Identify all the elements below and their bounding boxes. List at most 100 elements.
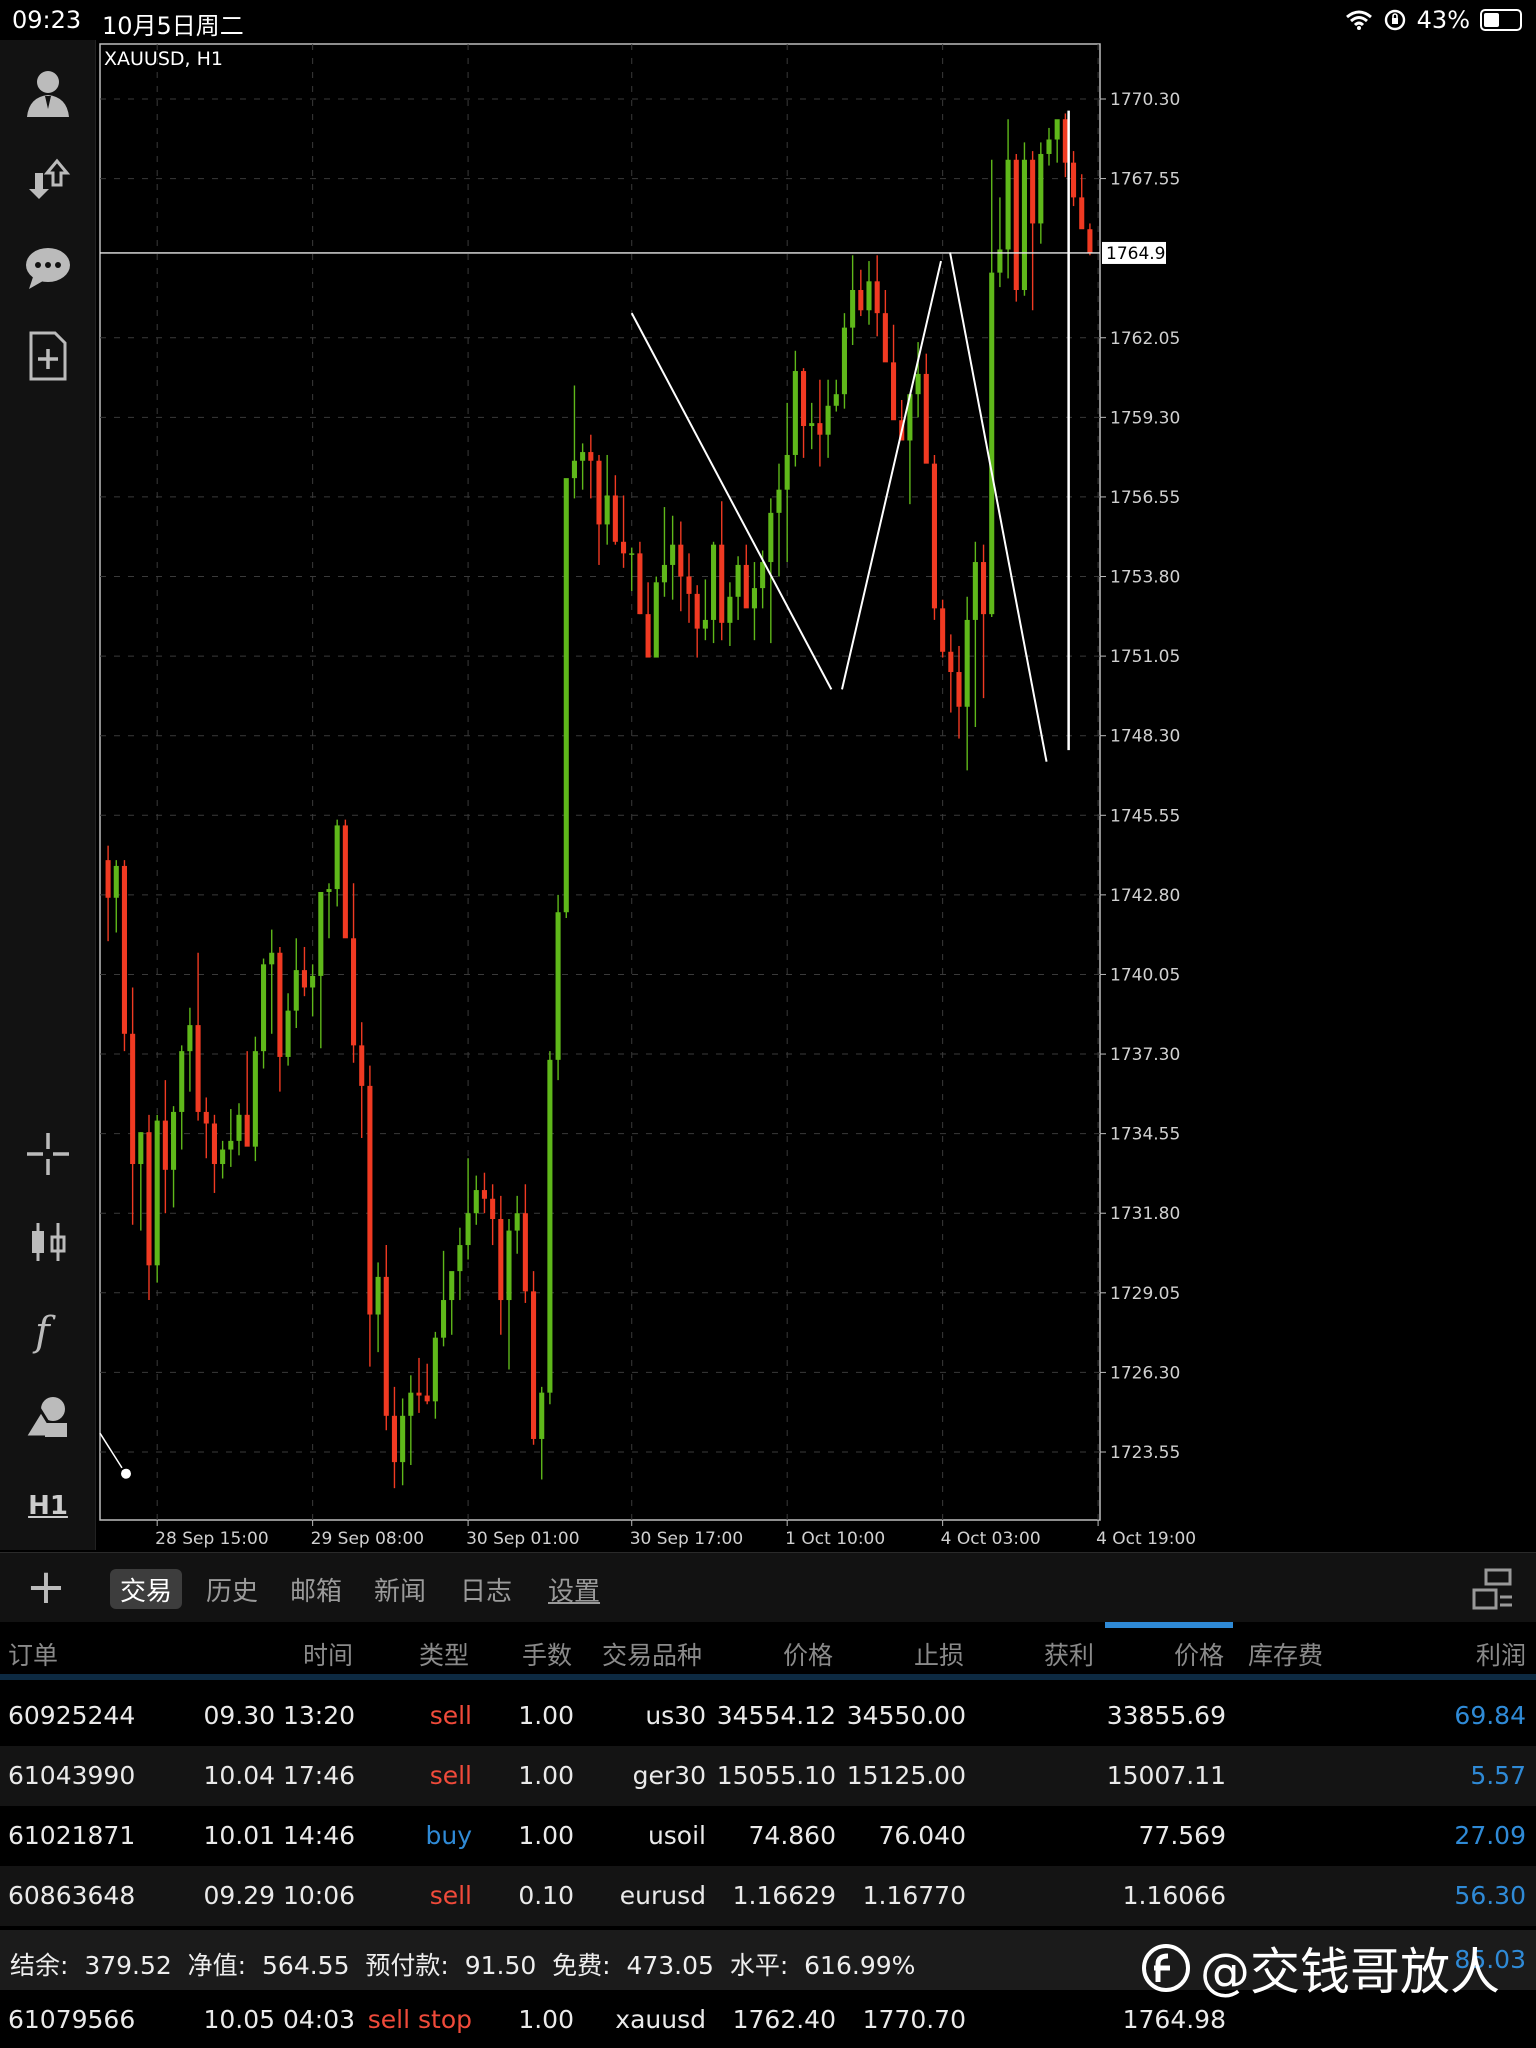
status-right: 43% — [1345, 6, 1522, 34]
cell-current-price: 1764.98 — [1122, 2005, 1226, 2034]
chart-canvas[interactable]: 1770.30 1767.55 1762.05 1759.30 1756.55 1753.… — [98, 42, 1536, 1552]
sort-indicator — [1105, 1622, 1233, 1628]
wifi-icon — [1345, 10, 1372, 30]
status-bar: 09:23 10月5日周二 43% — [0, 0, 1536, 40]
trend-line — [99, 1432, 123, 1469]
candle-body — [277, 952, 283, 1057]
candle-body — [1062, 119, 1068, 163]
header-take-profit[interactable]: 获利 — [1044, 1636, 1094, 1672]
cell-order: 61079566 — [8, 2005, 136, 2034]
weibo-logo-icon — [1142, 1944, 1190, 1992]
cell-current-price: 1.16066 — [1122, 1881, 1226, 1910]
cell-symbol: usoil — [647, 1821, 706, 1850]
y-tick-label: 1723.55 — [1110, 1443, 1180, 1463]
cell-time: 10.05 04:03 — [203, 2005, 355, 2034]
cell-price: 1.16629 — [732, 1881, 836, 1910]
table-row[interactable]: 61021871 10.01 14:46 buy 1.00 usoil 74.8… — [0, 1806, 1536, 1866]
table-row[interactable]: 60863648 09.29 10:06 sell 0.10 eurusd 1.… — [0, 1866, 1536, 1926]
candle-body — [121, 865, 127, 1034]
indicator-icon[interactable]: f — [18, 1300, 78, 1360]
cell-stop-loss: 76.040 — [878, 1821, 966, 1850]
candle-body — [817, 423, 823, 435]
header-type[interactable]: 类型 — [419, 1636, 469, 1672]
chart-type-icon[interactable] — [18, 1212, 78, 1272]
add-button[interactable]: + — [22, 1563, 70, 1613]
candle-body — [702, 619, 708, 629]
candle-body — [400, 1415, 406, 1463]
x-tick-label: 29 Sep 08:00 — [311, 1529, 424, 1549]
candle-body — [792, 371, 798, 455]
header-order[interactable]: 订单 — [8, 1636, 58, 1672]
candle-body — [964, 619, 970, 707]
tab-journal[interactable]: 日志 — [450, 1569, 522, 1609]
candle-body — [187, 1025, 193, 1052]
cell-stop-loss: 34550.00 — [846, 1701, 966, 1730]
header-time[interactable]: 时间 — [303, 1636, 353, 1672]
candle-body — [1054, 119, 1060, 140]
new-document-icon[interactable] — [18, 326, 78, 386]
candle-body — [269, 952, 275, 965]
candle-body — [621, 541, 627, 554]
candle-body — [1079, 197, 1085, 230]
objects-icon[interactable] — [18, 1388, 78, 1448]
price-chart[interactable]: 1770.30 1767.55 1762.05 1759.30 1756.55 1753.… — [98, 42, 1536, 1552]
candle-body — [588, 452, 594, 461]
header-current-price[interactable]: 价格 — [1174, 1636, 1224, 1672]
candle-body — [1030, 159, 1036, 224]
account-icon[interactable] — [18, 62, 78, 122]
chat-icon[interactable] — [18, 238, 78, 298]
table-row[interactable]: 60925244 09.30 13:20 sell 1.00 us30 3455… — [0, 1686, 1536, 1746]
y-tick-label: 1770.30 — [1110, 90, 1180, 110]
header-profit[interactable]: 利润 — [1476, 1636, 1526, 1672]
cell-volume: 1.00 — [518, 1821, 574, 1850]
candle-body — [760, 562, 766, 589]
timeframe-button[interactable]: H1 — [18, 1476, 78, 1536]
header-price[interactable]: 价格 — [783, 1636, 833, 1672]
candle-body — [637, 553, 643, 615]
table-row[interactable]: 61043990 10.04 17:46 sell 1.00 ger30 150… — [0, 1746, 1536, 1806]
watermark-text: @交钱哥放人 — [1200, 1943, 1500, 2001]
candle-body — [285, 1010, 291, 1057]
tab-settings[interactable]: 设置 — [538, 1569, 610, 1609]
candle-body — [956, 672, 962, 707]
header-volume[interactable]: 手数 — [522, 1636, 572, 1672]
cell-type: sell — [429, 1701, 472, 1730]
battery-percent: 43% — [1416, 6, 1470, 34]
plot-frame — [99, 43, 1101, 1521]
cell-price: 74.860 — [748, 1821, 836, 1850]
trade-arrows-icon[interactable] — [18, 150, 78, 210]
tab-news[interactable]: 新闻 — [364, 1569, 436, 1609]
header-swap[interactable]: 库存费 — [1248, 1636, 1323, 1672]
candle-body — [555, 912, 561, 1060]
candle-body — [367, 1085, 373, 1315]
candle-body — [334, 825, 340, 890]
cell-type: sell — [429, 1761, 472, 1790]
header-stop-loss[interactable]: 止损 — [914, 1636, 964, 1672]
candle-body — [318, 891, 324, 976]
y-tick-label: 1729.05 — [1110, 1284, 1180, 1304]
candle-body — [1046, 139, 1052, 154]
y-tick-label: 1742.80 — [1110, 886, 1180, 906]
candle-body — [195, 1025, 201, 1112]
candle-body — [490, 1198, 496, 1220]
y-tick-label: 1751.05 — [1110, 647, 1180, 667]
candle-body — [146, 1132, 152, 1266]
cell-symbol: us30 — [645, 1701, 706, 1730]
candle-body — [972, 562, 978, 620]
y-tick-label: 1726.30 — [1110, 1363, 1180, 1383]
tab-history[interactable]: 历史 — [196, 1569, 268, 1609]
candle-body — [252, 1051, 258, 1147]
candle-body — [661, 564, 667, 583]
candle-body — [1038, 153, 1044, 224]
x-tick-label: 1 Oct 10:00 — [785, 1529, 885, 1549]
layout-icon[interactable] — [1470, 1567, 1516, 1613]
header-symbol[interactable]: 交易品种 — [602, 1636, 702, 1672]
orientation-lock-icon — [1384, 9, 1405, 31]
cell-symbol: eurusd — [619, 1881, 706, 1910]
tab-trade[interactable]: 交易 — [110, 1569, 183, 1609]
candle-body — [531, 1291, 537, 1439]
cell-profit: 5.57 — [1470, 1761, 1526, 1790]
table-header: 订单 时间 类型 手数 交易品种 价格 止损 获利 价格 库存费 利润 — [0, 1622, 1536, 1680]
crosshair-icon[interactable] — [18, 1124, 78, 1184]
tab-mailbox[interactable]: 邮箱 — [280, 1569, 352, 1609]
